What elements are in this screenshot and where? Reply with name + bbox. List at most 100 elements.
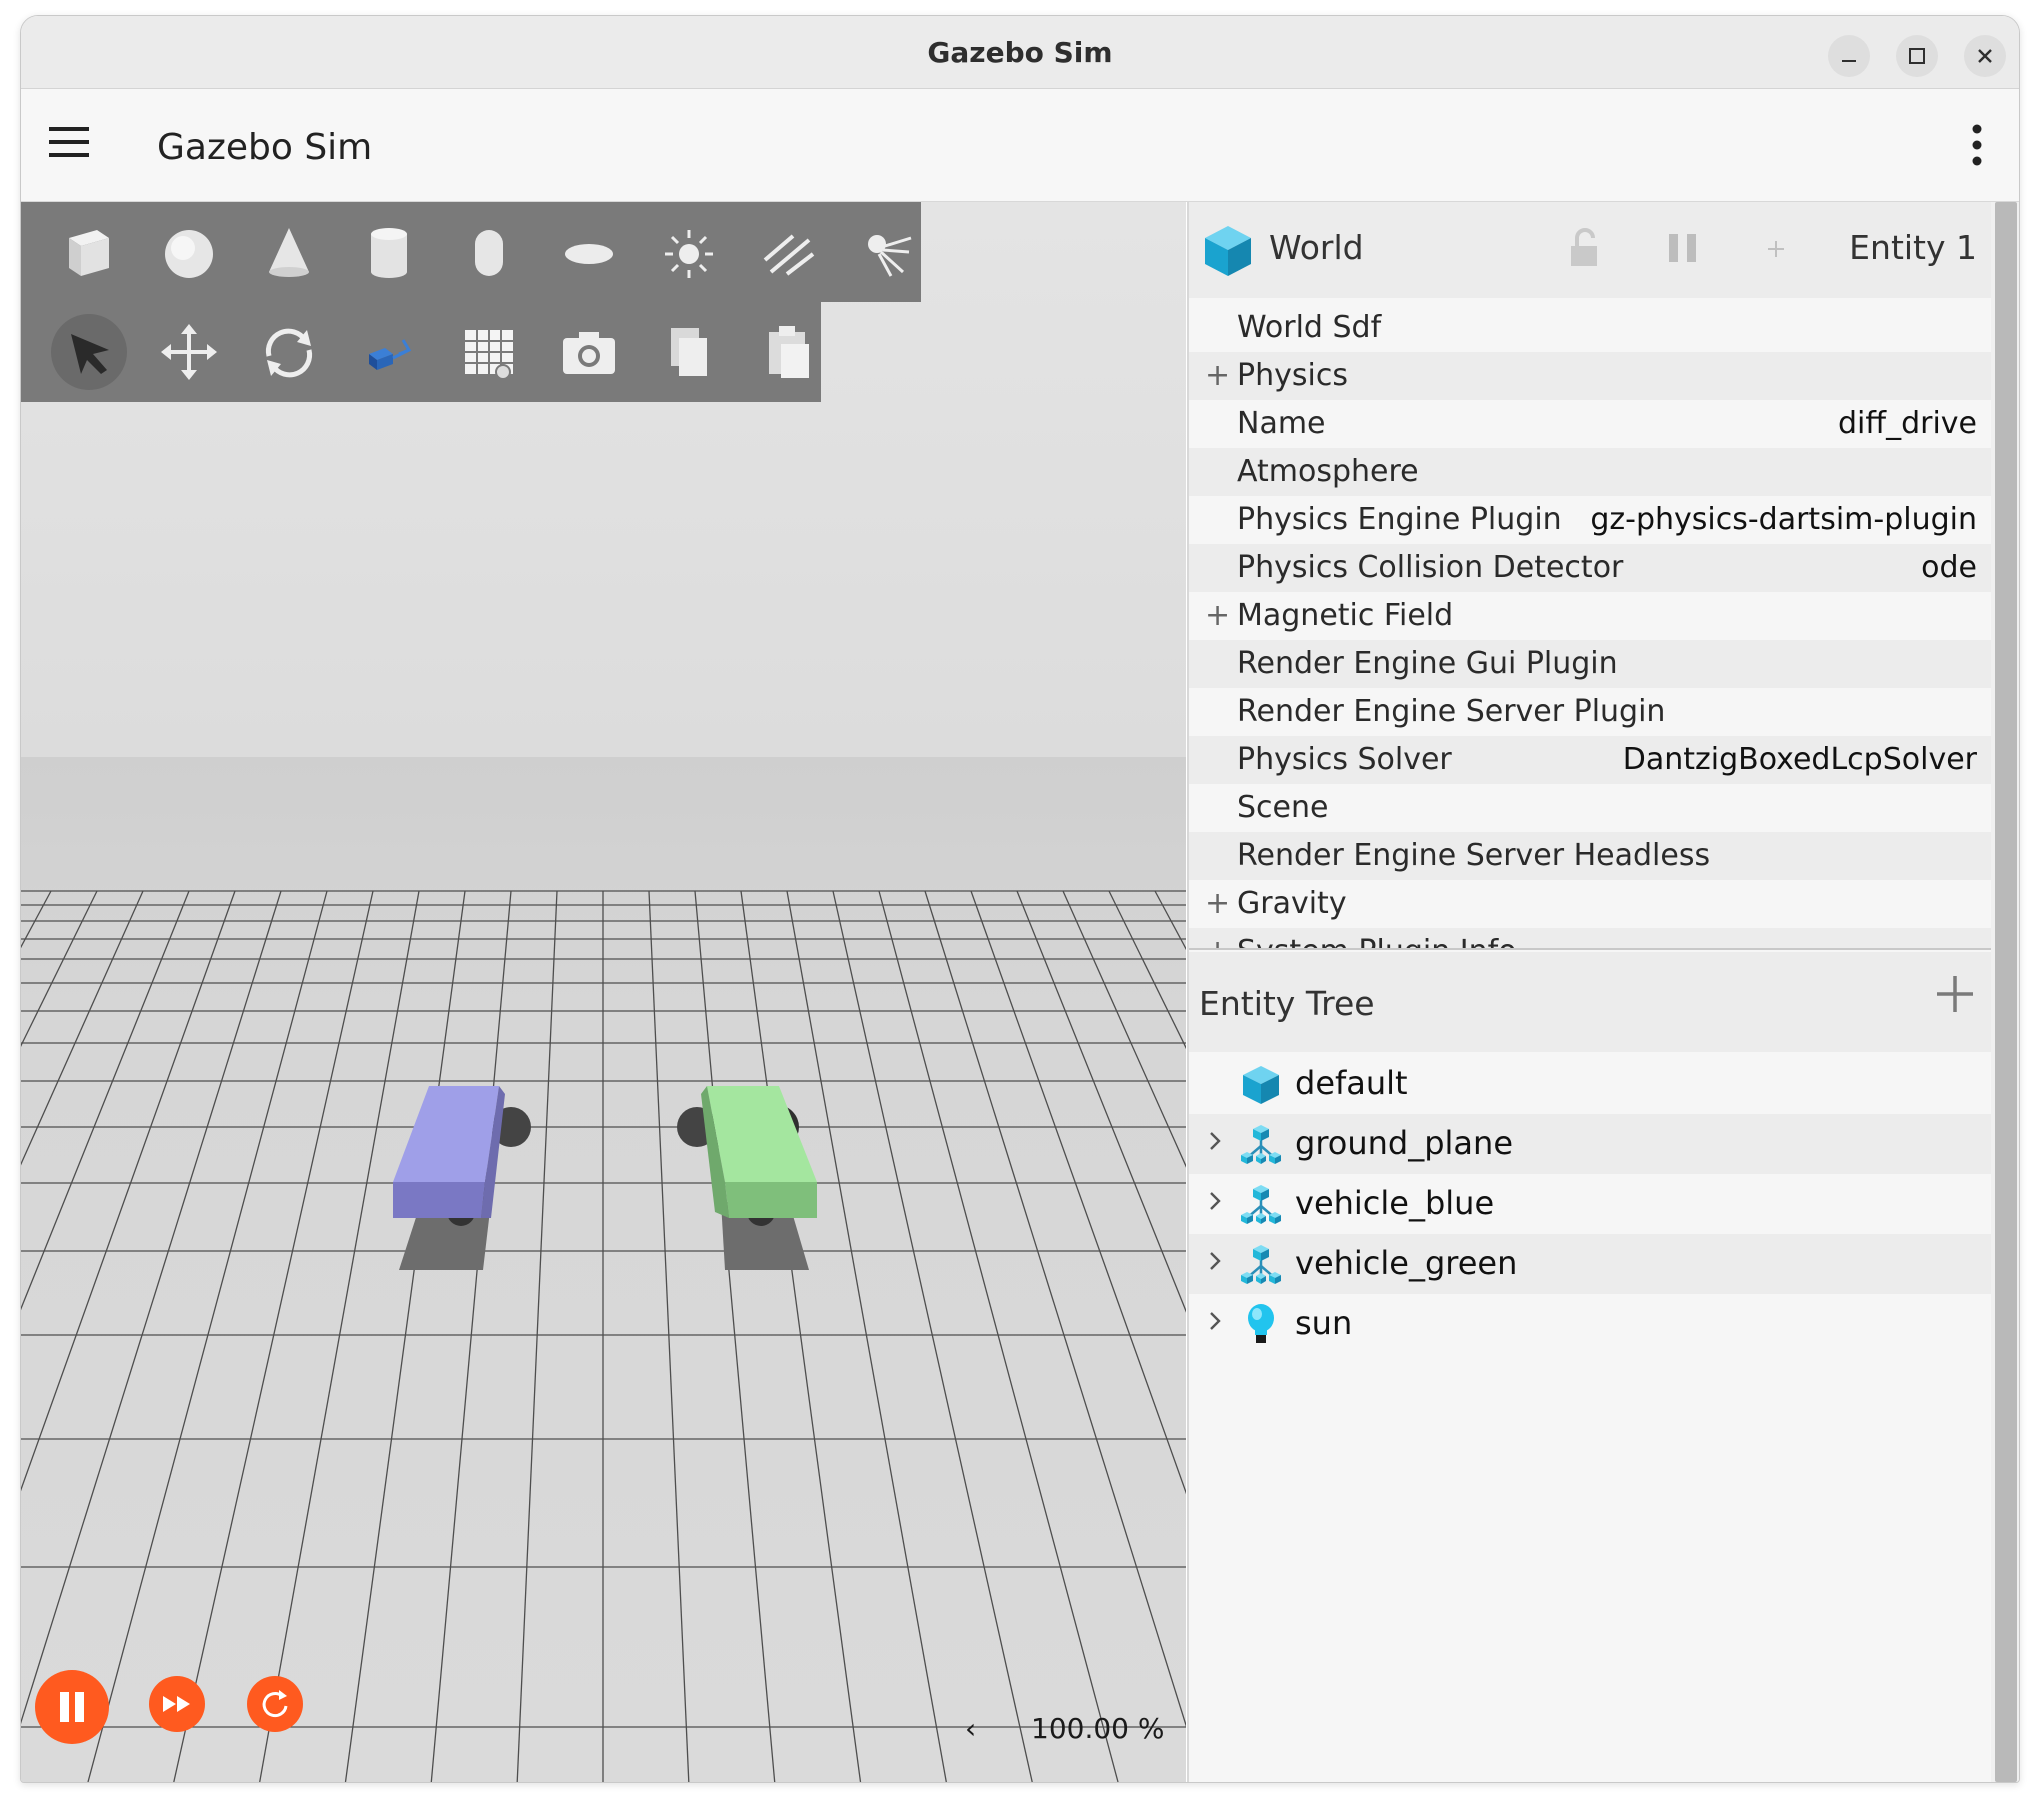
component-value: diff_drive	[1838, 406, 1977, 441]
window-title: Gazebo Sim	[927, 36, 1113, 69]
panel-scrollbar-thumb[interactable]	[1995, 202, 2017, 1782]
close-icon	[1978, 49, 1992, 63]
component-row[interactable]: + Gravity	[1189, 880, 2005, 928]
transform-control-button[interactable]	[347, 310, 431, 394]
expand-plus-icon[interactable]: +	[1205, 598, 1230, 633]
panel-divider[interactable]	[1189, 948, 2005, 950]
component-row: Name diff_drive	[1189, 400, 2005, 448]
more-options-icon[interactable]	[1967, 121, 1987, 169]
scene-3d-viewport[interactable]: ‹ 100.00 %	[21, 202, 1186, 1782]
reset-icon	[262, 1690, 288, 1718]
box-tool-button[interactable]	[47, 210, 131, 294]
component-label: Physics Solver	[1237, 742, 1452, 777]
cylinder-tool-button[interactable]	[347, 210, 431, 294]
capsule-icon	[475, 230, 503, 276]
component-inspector-header: World Entity 1	[1189, 202, 2005, 298]
component-row[interactable]: + System Plugin Info	[1189, 928, 2005, 948]
transform-toolbar	[21, 302, 821, 402]
component-row[interactable]: + Physics	[1189, 352, 2005, 400]
sphere-icon	[165, 230, 213, 278]
model-icon	[1241, 1125, 1281, 1164]
camera-icon	[563, 332, 615, 374]
expand-plus-icon[interactable]: +	[1205, 934, 1230, 948]
tree-item[interactable]: vehicle_green	[1189, 1234, 2005, 1294]
component-label: Physics Engine Plugin	[1237, 502, 1562, 537]
tree-item-label: sun	[1295, 1304, 1353, 1342]
entity-id-label: Entity 1	[1849, 228, 1977, 267]
lock-icon[interactable]	[1567, 228, 1603, 268]
tree-item-label: vehicle_blue	[1295, 1184, 1495, 1222]
component-label: Magnetic Field	[1237, 598, 1454, 633]
add-component-icon[interactable]	[1765, 238, 1787, 260]
tree-item[interactable]: sun	[1189, 1294, 2005, 1354]
cylinder-icon	[371, 228, 407, 278]
component-label: Render Engine Server Plugin	[1237, 694, 1666, 729]
minimize-icon	[1842, 60, 1856, 62]
capsule-tool-button[interactable]	[447, 210, 531, 294]
component-row: Render Engine Server Headless	[1189, 832, 2005, 880]
copy-icon	[671, 328, 707, 376]
world-icon	[1243, 1066, 1279, 1104]
chevron-right-icon[interactable]	[1205, 1306, 1225, 1344]
rotate-tool-button[interactable]	[247, 310, 331, 394]
tree-item[interactable]: default	[1189, 1054, 2005, 1114]
component-value: gz-physics-dartsim-plugin	[1590, 502, 1977, 537]
hamburger-menu-icon[interactable]	[49, 125, 89, 159]
paste-button[interactable]	[747, 310, 831, 394]
rotate-icon	[265, 328, 313, 378]
tree-item-label: vehicle_green	[1295, 1244, 1518, 1282]
component-row: Physics Collision Detector ode	[1189, 544, 2005, 592]
component-list: World Sdf + Physics Name diff_drive Atmospher…	[1189, 298, 2005, 948]
component-value: DantzigBoxedLcpSolver	[1622, 742, 1977, 777]
component-label: System Plugin Info	[1237, 934, 1517, 948]
expand-plus-icon[interactable]: +	[1205, 886, 1230, 921]
translate-tool-button[interactable]	[147, 310, 231, 394]
chevron-right-icon[interactable]	[1205, 1186, 1225, 1224]
point-light-icon	[665, 230, 713, 278]
cone-tool-button[interactable]	[247, 210, 331, 294]
spot-light-tool-button[interactable]	[847, 210, 931, 294]
inspector-title: World	[1269, 228, 1364, 267]
box-icon	[69, 230, 109, 276]
pause-button[interactable]	[35, 1670, 109, 1744]
pause-updates-icon[interactable]	[1663, 230, 1703, 266]
directional-light-icon	[763, 234, 815, 276]
tree-item[interactable]: ground_plane	[1189, 1114, 2005, 1174]
collapse-stats-arrow[interactable]: ‹	[965, 1712, 976, 1745]
grid-config-button[interactable]	[447, 310, 531, 394]
point-light-tool-button[interactable]	[647, 210, 731, 294]
tree-item-label: default	[1295, 1064, 1408, 1102]
screenshot-button[interactable]	[547, 310, 631, 394]
component-row: Scene	[1189, 784, 2005, 832]
component-value: ode	[1921, 550, 1977, 585]
world-icon	[1205, 226, 1251, 276]
ellipsoid-icon	[565, 244, 613, 264]
select-tool-button[interactable]	[47, 310, 131, 394]
close-button[interactable]	[1964, 35, 2006, 77]
component-label: Atmosphere	[1237, 454, 1419, 489]
component-row[interactable]: + Magnetic Field	[1189, 592, 2005, 640]
reset-button[interactable]	[247, 1676, 303, 1732]
chevron-right-icon[interactable]	[1205, 1246, 1225, 1284]
minimize-button[interactable]	[1828, 35, 1870, 77]
add-entity-icon[interactable]	[1933, 970, 1977, 1026]
select-icon	[51, 314, 127, 390]
maximize-button[interactable]	[1896, 35, 1938, 77]
tree-item-label: ground_plane	[1295, 1124, 1513, 1162]
light-icon	[1248, 1304, 1274, 1343]
model-icon	[1241, 1245, 1281, 1284]
tree-item[interactable]: vehicle_blue	[1189, 1174, 2005, 1234]
fast-forward-icon	[163, 1696, 190, 1712]
ellipsoid-tool-button[interactable]	[547, 210, 631, 294]
copy-button[interactable]	[647, 310, 731, 394]
expand-plus-icon[interactable]: +	[1205, 358, 1230, 393]
step-button[interactable]	[149, 1676, 205, 1732]
app-bar: Gazebo Sim	[21, 89, 2019, 202]
directional-light-tool-button[interactable]	[747, 210, 831, 294]
component-label: Render Engine Server Headless	[1237, 838, 1711, 873]
sphere-tool-button[interactable]	[147, 210, 231, 294]
chevron-right-icon[interactable]	[1205, 1126, 1225, 1164]
translate-icon	[161, 324, 217, 380]
scene-render[interactable]	[21, 202, 1186, 1782]
pause-icon	[60, 1692, 84, 1722]
